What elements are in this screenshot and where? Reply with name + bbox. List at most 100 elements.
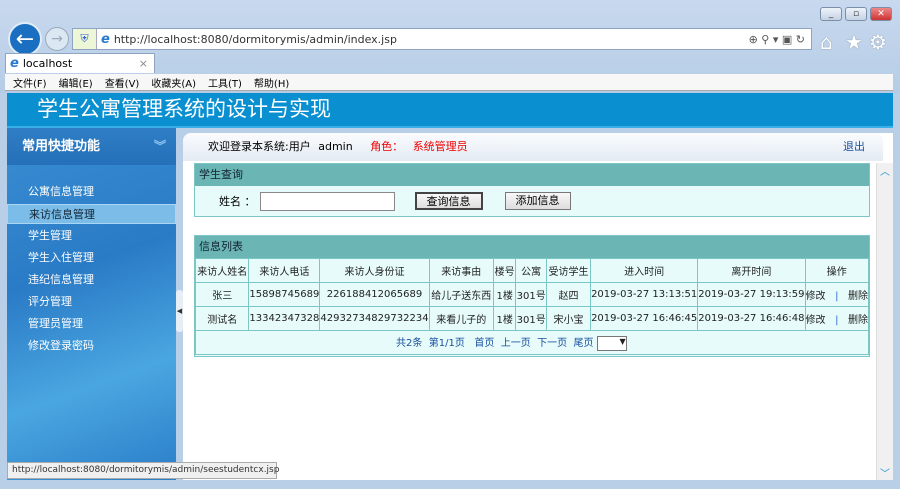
cell: 301号 [515, 306, 547, 331]
role-label: 角色： [370, 140, 404, 153]
address-bar[interactable]: ⛨ e http://localhost:8080/dormitorymis/a… [72, 28, 812, 50]
search-panel-title: 学生查询 [195, 164, 869, 186]
column-header: 楼号 [492, 258, 517, 283]
add-button[interactable]: 添加信息 [504, 192, 571, 210]
column-header: 来访人身份证 [319, 258, 430, 283]
last-page-link[interactable]: 尾页 [573, 338, 593, 349]
browser-chrome: _ ▫ ✕ ← → ⛨ e http://localhost:8080/dorm… [0, 0, 900, 93]
chevron-down-icon[interactable]: ︾ [154, 128, 166, 165]
menu-tools[interactable]: 工具(T) [208, 75, 242, 90]
cell: 301号 [515, 282, 547, 307]
logout-link[interactable]: 退出 [843, 133, 865, 161]
cell: 张三 [194, 282, 250, 307]
sidebar-header: 常用快捷功能 ︾ [7, 128, 176, 165]
cell: 2019-03-27 19:13:59 [697, 282, 806, 307]
sidebar: 常用快捷功能 ︾ 公寓信息管理 来访信息管理 学生管理 学生入住管理 违纪信息管理… [7, 128, 176, 480]
cell: 226188412065689 [319, 282, 430, 307]
column-header: 受访学生 [545, 258, 592, 283]
scroll-down-icon[interactable]: ﹀ [877, 465, 893, 480]
sidebar-item-student[interactable]: 学生管理 [7, 226, 176, 246]
page-select[interactable]: ▼ [596, 335, 627, 351]
next-page-link[interactable]: 下一页 [537, 338, 567, 349]
back-button[interactable]: ← [8, 22, 42, 56]
menu-bar: 文件(F) 编辑(E) 查看(V) 收藏夹(A) 工具(T) 帮助(H) [5, 74, 893, 91]
cell: 2019-03-27 16:46:48 [697, 306, 806, 331]
sidebar-item-violation[interactable]: 违纪信息管理 [7, 270, 176, 290]
search-panel: 学生查询 姓名 ： 查询信息 添加信息 [194, 163, 870, 217]
cell: 42932734829732234 [319, 306, 430, 331]
address-tools-icons[interactable]: ⊕ ⚲ ▾ ▣ ↻ [749, 33, 805, 46]
menu-edit[interactable]: 编辑(E) [59, 75, 93, 90]
actions-cell: 修改 | 删除 [804, 306, 870, 331]
sidebar-item-score[interactable]: 评分管理 [7, 292, 176, 312]
url-text[interactable]: http://localhost:8080/dormitorymis/admin… [114, 33, 397, 46]
sidebar-title: 常用快捷功能 [22, 139, 101, 154]
ie-icon: e [10, 56, 19, 71]
sidebar-item-password[interactable]: 修改登录密码 [7, 336, 176, 356]
cell: 给儿子送东西 [428, 282, 494, 307]
delete-link[interactable]: 删除 [848, 291, 868, 302]
settings-gear-icon[interactable]: ⚙ [869, 30, 887, 54]
visitor-table: 来访人姓名 来访人电话 来访人身份证 来访事由 楼号 公寓 受访学生 进入时间 … [194, 258, 870, 355]
table-header-row: 来访人姓名 来访人电话 来访人身份证 来访事由 楼号 公寓 受访学生 进入时间 … [194, 258, 870, 283]
actions-cell: 修改 | 删除 [804, 282, 870, 307]
favorites-star-icon[interactable]: ★ [845, 30, 863, 54]
cell: 1楼 [492, 282, 517, 307]
separator: | [835, 315, 839, 326]
top-bar: 欢迎登录本系统:用户 admin 角色： 系统管理员 退出 [183, 133, 883, 161]
menu-help[interactable]: 帮助(H) [254, 75, 289, 90]
role-value: 系统管理员 [412, 140, 468, 153]
username: admin [318, 140, 353, 153]
cell: 15898745689 [248, 282, 321, 307]
first-page-link[interactable]: 首页 [474, 338, 494, 349]
total-count: 共2条 [396, 338, 423, 350]
pagination-row: 共2条 第1/1页 首页 上一页 下一页 尾页 ▼ [195, 330, 869, 355]
column-header: 来访人姓名 [194, 258, 250, 283]
close-tab-icon[interactable]: × [139, 57, 148, 70]
sidebar-item-checkin[interactable]: 学生入住管理 [7, 248, 176, 268]
menu-file[interactable]: 文件(F) [13, 75, 47, 90]
query-button[interactable]: 查询信息 [414, 192, 483, 210]
table-row: 张三 15898745689 226188412065689 给儿子送东西 1楼… [194, 282, 870, 307]
home-icon[interactable]: ⌂ [820, 30, 833, 54]
separator: | [835, 291, 839, 302]
column-header: 进入时间 [590, 258, 699, 283]
forward-button[interactable]: → [45, 27, 69, 51]
cell: 1楼 [492, 306, 517, 331]
menu-favorites[interactable]: 收藏夹(A) [151, 75, 196, 90]
edit-link[interactable]: 修改 [806, 315, 826, 326]
page-info: 第1/1页 [428, 338, 465, 350]
column-header: 来访人电话 [248, 258, 321, 283]
column-header: 离开时间 [697, 258, 806, 283]
tab-localhost[interactable]: e localhost × [5, 53, 155, 73]
status-bar: http://localhost:8080/dormitorymis/admin… [7, 462, 279, 479]
cell: 赵四 [545, 282, 592, 307]
ie-icon: e [101, 31, 110, 47]
main-content: 欢迎登录本系统:用户 admin 角色： 系统管理员 退出 ︿ ﹀ 学生查询 姓… [183, 133, 893, 480]
delete-link[interactable]: 删除 [848, 315, 868, 326]
cell: 来看儿子的 [428, 306, 494, 331]
column-header: 来访事由 [428, 258, 494, 283]
name-input[interactable] [259, 191, 395, 211]
maximize-button[interactable]: ▫ [845, 7, 867, 21]
scroll-up-icon[interactable]: ︿ [877, 163, 893, 178]
sidebar-item-apartment[interactable]: 公寓信息管理 [7, 182, 176, 202]
menu-view[interactable]: 查看(V) [105, 75, 140, 90]
prev-page-link[interactable]: 上一页 [501, 338, 531, 349]
name-label: 姓名 ： [219, 195, 256, 208]
sidebar-item-visitor[interactable]: 来访信息管理 [7, 204, 176, 224]
sidebar-item-admin[interactable]: 管理员管理 [7, 314, 176, 334]
column-header: 操作 [804, 258, 870, 283]
cell: 2019-03-27 13:13:51 [590, 282, 699, 307]
scrollbar[interactable]: ︿ ﹀ [876, 163, 893, 480]
security-shield-icon[interactable]: ⛨ [73, 29, 97, 49]
list-panel: 信息列表 来访人姓名 来访人电话 来访人身份证 来访事由 楼号 公寓 受访学生 … [194, 235, 870, 357]
cell: 测试名 [194, 306, 250, 331]
cell: 宋小宝 [545, 306, 592, 331]
list-panel-title: 信息列表 [195, 236, 869, 258]
sidebar-collapse-handle[interactable]: ◀ [176, 290, 183, 332]
close-window-button[interactable]: ✕ [870, 7, 892, 21]
edit-link[interactable]: 修改 [806, 291, 826, 302]
app-title: 学生公寓管理系统的设计与实现 [7, 93, 893, 128]
minimize-button[interactable]: _ [820, 7, 842, 21]
